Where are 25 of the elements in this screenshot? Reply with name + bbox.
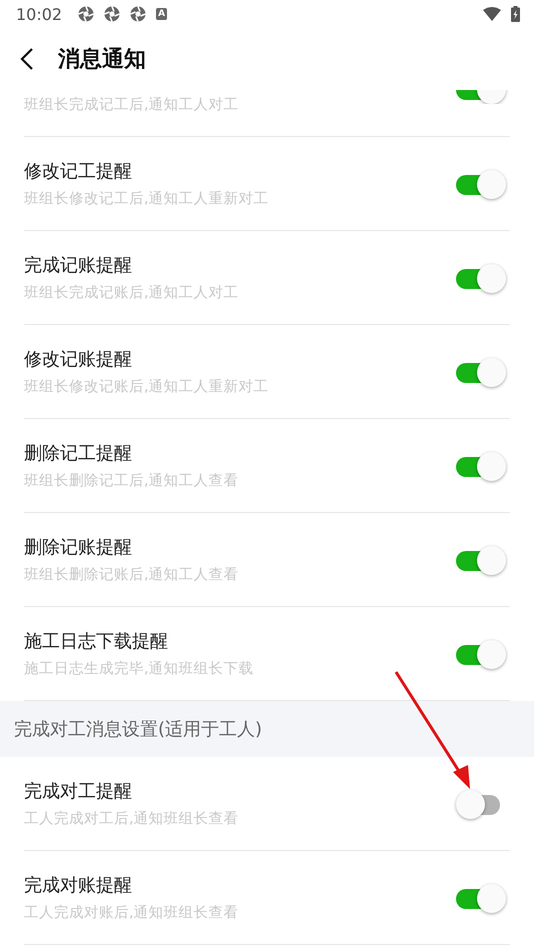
setting-title: 完成对工提醒 (24, 780, 133, 803)
toggle-switch[interactable] (456, 882, 506, 912)
section-title: 完成对工消息设置(适用于工人) (14, 718, 262, 741)
setting-title: 修改记账提醒 (24, 348, 133, 371)
setting-title: 修改记工提醒 (24, 160, 133, 183)
setting-title: 删除记工提醒 (24, 442, 133, 465)
toggle-switch[interactable] (456, 262, 506, 292)
aperture-icon (78, 6, 94, 22)
wifi-icon (483, 7, 501, 21)
setting-title: 完成对账提醒 (24, 874, 133, 897)
setting-title: 删除记账提醒 (24, 536, 133, 559)
setting-title: 完成记账提醒 (24, 254, 133, 277)
status-time: 10:02 (16, 4, 62, 24)
aperture-icon (104, 6, 120, 22)
toggle-switch[interactable] (456, 450, 506, 480)
toggle-switch[interactable] (456, 356, 506, 386)
aperture-icon (130, 6, 146, 22)
back-icon[interactable] (20, 47, 34, 71)
battery-icon (511, 6, 520, 22)
toggle-switch[interactable] (456, 168, 506, 198)
keyboard-indicator: A (156, 8, 168, 20)
page-title: 消息通知 (58, 46, 146, 74)
setting-title: 施工日志下载提醒 (24, 630, 169, 653)
toggle-switch[interactable] (456, 638, 506, 668)
toggle-switch[interactable] (456, 544, 506, 574)
